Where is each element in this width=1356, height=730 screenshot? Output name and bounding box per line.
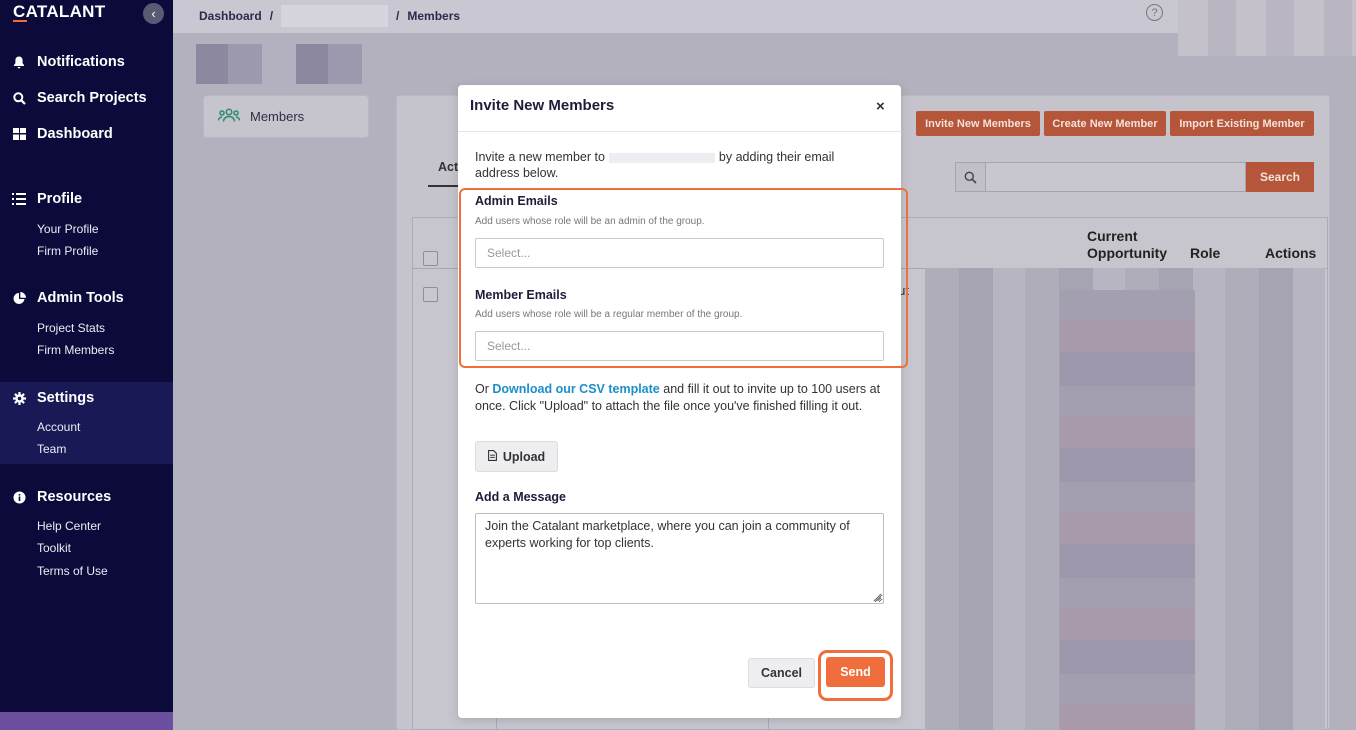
tab-active-members[interactable]: Act (438, 160, 458, 174)
create-new-member-button[interactable]: Create New Member (1044, 111, 1166, 136)
admin-emails-placeholder: Select... (487, 246, 531, 260)
table-data-redacted (1060, 290, 1195, 730)
member-emails-select[interactable]: Select... (475, 331, 884, 361)
grid-icon (12, 127, 26, 141)
message-textarea[interactable]: Join the Catalant marketplace, where you… (475, 513, 884, 604)
column-header-current-opportunity[interactable]: Current Opportunity (1087, 228, 1167, 262)
nav-search-projects-label: Search Projects (37, 90, 147, 106)
close-icon[interactable]: × (876, 98, 885, 115)
table-search-icon (955, 162, 986, 192)
file-icon (487, 449, 497, 464)
search-icon (12, 91, 26, 105)
nav-toolkit[interactable]: Toolkit (37, 541, 71, 555)
send-button[interactable]: Send (826, 657, 885, 687)
breadcrumb-redacted[interactable] (281, 5, 389, 27)
download-csv-template-link[interactable]: Download our CSV template (492, 382, 659, 396)
member-emails-placeholder: Select... (487, 339, 531, 353)
nav-help-center[interactable]: Help Center (37, 519, 101, 533)
chevron-left-icon: ‹ (151, 6, 156, 21)
logo-accent (13, 20, 27, 22)
nav-admin-tools[interactable]: Admin Tools (12, 290, 124, 306)
table-search-button[interactable]: Search (1246, 162, 1314, 192)
resize-grip-icon[interactable] (872, 592, 882, 602)
modal-intro-text: Invite a new member to by adding their em… (475, 149, 875, 181)
nav-team[interactable]: Team (37, 442, 66, 456)
import-existing-member-button[interactable]: Import Existing Member (1170, 111, 1314, 136)
catalant-logo[interactable]: CATALANT (13, 2, 105, 22)
breadcrumb-separator: / (269, 9, 274, 23)
csv-prefix: Or (475, 382, 489, 396)
pie-chart-icon (12, 291, 26, 305)
nav-firm-members[interactable]: Firm Members (37, 343, 114, 357)
add-message-label: Add a Message (475, 490, 567, 504)
select-all-checkbox[interactable] (423, 251, 438, 266)
upload-label: Upload (502, 449, 546, 464)
nav-admin-tools-label: Admin Tools (37, 290, 124, 306)
member-emails-label: Member Emails (475, 288, 567, 302)
nav-settings-label: Settings (37, 390, 95, 406)
users-icon (217, 108, 241, 125)
intro-text-before: Invite a new member to (475, 150, 605, 164)
nav-account[interactable]: Account (37, 420, 80, 434)
breadcrumb-members: Members (407, 9, 461, 23)
column-header-current-opportunity-line1: Current (1087, 228, 1138, 244)
gear-icon (12, 391, 26, 405)
nav-dashboard-label: Dashboard (37, 126, 113, 142)
csv-instructions: Or Download our CSV template and fill it… (475, 381, 885, 414)
nav-notifications-label: Notifications (37, 54, 125, 70)
collapse-sidebar-button[interactable]: ‹ (143, 3, 164, 24)
admin-emails-label: Admin Emails (475, 194, 558, 208)
nav-settings[interactable]: Settings (12, 390, 94, 406)
info-icon (12, 490, 26, 504)
nav-project-stats[interactable]: Project Stats (37, 321, 105, 335)
column-header-current-opportunity-line2: Opportunity (1087, 245, 1168, 261)
cancel-button[interactable]: Cancel (748, 658, 815, 688)
nav-firm-profile[interactable]: Firm Profile (37, 244, 98, 258)
breadcrumb-separator: / (396, 9, 400, 23)
sidebar-footer-bar (0, 712, 173, 730)
table-search-input[interactable] (985, 162, 1246, 192)
members-nav-card[interactable]: Members (203, 95, 369, 138)
upload-button[interactable]: Upload (475, 441, 558, 472)
tab-active-indicator (428, 185, 462, 187)
nav-resources-label: Resources (37, 489, 112, 505)
list-icon (12, 192, 26, 206)
help-icon[interactable]: ? (1146, 4, 1163, 21)
modal-header-divider (458, 131, 901, 132)
modal-title: Invite New Members (470, 97, 615, 114)
nav-dashboard[interactable]: Dashboard (12, 126, 113, 142)
admin-emails-help: Add users whose role will be an admin of… (475, 216, 705, 227)
sidebar: CATALANT ‹ Notifications Search Projects… (0, 0, 173, 730)
nav-resources[interactable]: Resources (12, 489, 111, 505)
nav-your-profile[interactable]: Your Profile (37, 222, 99, 236)
breadcrumb-dashboard[interactable]: Dashboard (199, 9, 262, 23)
page-title-redacted (196, 44, 362, 84)
nav-profile[interactable]: Profile (12, 191, 82, 207)
nav-notifications[interactable]: Notifications (12, 54, 125, 70)
nav-terms-of-use[interactable]: Terms of Use (37, 564, 108, 578)
column-header-role[interactable]: Role (1190, 245, 1220, 262)
group-name-redacted (608, 152, 715, 163)
invite-new-members-button[interactable]: Invite New Members (916, 111, 1040, 136)
admin-emails-select[interactable]: Select... (475, 238, 884, 268)
bell-icon (12, 55, 26, 69)
nav-profile-label: Profile (37, 191, 83, 207)
members-card-label: Members (250, 109, 305, 124)
user-menu-redacted[interactable] (1178, 0, 1356, 56)
column-header-actions: Actions (1265, 245, 1317, 261)
member-emails-help: Add users whose role will be a regular m… (475, 309, 743, 320)
nav-search-projects[interactable]: Search Projects (12, 90, 147, 106)
row-checkbox[interactable] (423, 287, 438, 302)
breadcrumb: Dashboard / / Members (199, 5, 460, 27)
